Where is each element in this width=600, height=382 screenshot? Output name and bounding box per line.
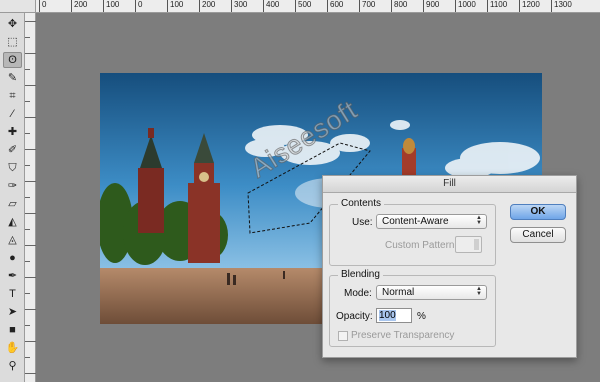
- ruler-mark: [25, 325, 30, 326]
- mode-select-value: Normal: [382, 287, 415, 298]
- blur-tool-icon[interactable]: ◬: [3, 232, 22, 248]
- lasso-tool-icon[interactable]: ʘ: [3, 52, 22, 68]
- pen-tool-icon[interactable]: ✒: [3, 268, 22, 284]
- path-select-tool-icon[interactable]: ➤: [3, 304, 22, 320]
- history-brush-tool-icon[interactable]: ✑: [3, 178, 22, 194]
- ruler-tick: 400: [262, 0, 280, 12]
- quick-select-tool-icon[interactable]: ✎: [3, 70, 22, 86]
- opacity-value: 100: [379, 310, 396, 321]
- type-tool-icon[interactable]: T: [3, 286, 22, 302]
- select-arrows-icon: ▲ ▼: [476, 286, 482, 297]
- ruler-tick: 1100: [486, 0, 508, 12]
- paint-bucket-tool-icon[interactable]: ◭: [3, 214, 22, 230]
- ruler-tick: 0: [134, 0, 143, 12]
- clone-stamp-tool-icon[interactable]: ⛉: [3, 160, 22, 176]
- opacity-unit: %: [417, 311, 426, 322]
- horizontal-ruler: 0 200 100 0 100 200 300 400 500 600 700 800 900 1000 1…: [36, 0, 600, 13]
- healing-brush-tool-icon[interactable]: ✚: [3, 124, 22, 140]
- dialog-title: Fill: [323, 176, 576, 193]
- ruler-mark: [25, 261, 30, 262]
- preserve-transparency-label: Preserve Transparency: [351, 330, 455, 341]
- crop-tool-icon[interactable]: ⌗: [3, 88, 22, 104]
- eraser-tool-icon[interactable]: ▱: [3, 196, 22, 212]
- marquee-tool-icon[interactable]: ⬚: [3, 34, 22, 50]
- ruler-tick: 1300: [551, 0, 572, 12]
- brush-tool-icon[interactable]: ✐: [3, 142, 22, 158]
- ruler-tick: 900: [422, 0, 440, 12]
- ruler-tick: 0: [38, 0, 47, 12]
- use-select[interactable]: Content-Aware ▲ ▼: [376, 214, 487, 229]
- ok-button[interactable]: OK: [510, 204, 566, 220]
- ruler-tick: 700: [358, 0, 376, 12]
- dodge-tool-icon[interactable]: ●: [3, 250, 22, 266]
- eyedropper-tool-icon[interactable]: ⁄: [3, 106, 22, 122]
- use-select-value: Content-Aware: [382, 216, 449, 227]
- zoom-tool-icon[interactable]: ⚲: [3, 358, 22, 374]
- ruler-mark: [25, 293, 30, 294]
- ruler-tick: 1200: [519, 0, 540, 12]
- mode-select[interactable]: Normal ▲ ▼: [376, 285, 487, 300]
- ruler-tick: 300: [230, 0, 248, 12]
- ruler-tick: 100: [166, 0, 184, 12]
- ruler-mark: [25, 165, 30, 166]
- fill-dialog: Fill Contents Use: Content-Aware ▲ ▼ Cust…: [322, 175, 577, 358]
- preserve-transparency-checkbox[interactable]: [338, 331, 348, 341]
- use-label: Use:: [352, 217, 373, 228]
- ruler-mark: [25, 213, 36, 214]
- ruler-tick: 100: [102, 0, 120, 12]
- ruler-tick: 500: [294, 0, 312, 12]
- tools-panel: ✥ ⬚ ʘ ✎ ⌗ ⁄ ✚ ✐ ⛉ ✑ ▱ ◭ ◬ ● ✒ T ➤ ■ ✋ ⚲: [0, 0, 25, 382]
- ruler-mark: [25, 37, 30, 38]
- ruler-mark: [25, 197, 30, 198]
- contents-label: Contents: [338, 198, 385, 209]
- ruler-mark: [25, 21, 36, 22]
- ruler-tick: 1000: [455, 0, 476, 12]
- opacity-label: Opacity:: [336, 311, 373, 322]
- ruler-tick: 200: [198, 0, 216, 12]
- hand-tool-icon[interactable]: ✋: [3, 340, 22, 356]
- ruler-mark: [25, 101, 30, 102]
- ruler-mark: [25, 117, 36, 118]
- ruler-tick: 800: [390, 0, 408, 12]
- ruler-mark: [25, 309, 36, 310]
- ruler-corner: [0, 0, 36, 13]
- vertical-ruler: [25, 13, 36, 382]
- cancel-button[interactable]: Cancel: [510, 227, 566, 243]
- ruler-mark: [25, 133, 30, 134]
- ruler-mark: [25, 69, 30, 70]
- custom-pattern-swatch: [455, 236, 482, 253]
- ruler-mark: [25, 181, 36, 182]
- ruler-mark: [25, 149, 36, 150]
- opacity-input[interactable]: 100: [376, 308, 412, 323]
- blending-label: Blending: [338, 269, 383, 280]
- ruler-mark: [25, 53, 36, 54]
- ruler-mark: [25, 85, 36, 86]
- shape-tool-icon[interactable]: ■: [3, 322, 22, 338]
- ruler-mark: [25, 373, 36, 374]
- ruler-mark: [25, 245, 36, 246]
- ruler-tick: 200: [70, 0, 88, 12]
- ruler-tick: 600: [326, 0, 344, 12]
- mode-label: Mode:: [344, 288, 372, 299]
- custom-pattern-label: Custom Pattern:: [385, 240, 458, 251]
- ruler-mark: [25, 341, 36, 342]
- move-tool-icon[interactable]: ✥: [3, 16, 22, 32]
- ruler-mark: [25, 277, 36, 278]
- select-arrows-icon: ▲ ▼: [476, 215, 482, 226]
- ruler-mark: [25, 229, 30, 230]
- ruler-mark: [25, 357, 30, 358]
